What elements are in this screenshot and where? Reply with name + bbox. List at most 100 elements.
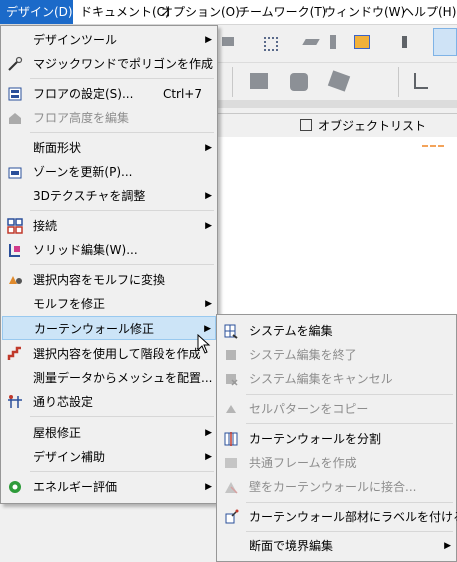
menu-separator — [246, 502, 453, 503]
menu-item-connect[interactable]: 接続 ▶ — [2, 214, 216, 238]
edit-system-icon — [223, 323, 239, 339]
menu-item-label: 共通フレームを作成 — [249, 456, 357, 470]
menu-window[interactable]: ウィンドウ(W) — [318, 0, 405, 24]
toolbar-secondary — [216, 62, 457, 101]
submenu-arrow-icon: ▶ — [205, 35, 212, 45]
split-wall-icon — [223, 431, 239, 447]
menu-item-label: カーテンウォール修正 — [34, 322, 155, 336]
menu-item-label: 断面形状 — [33, 141, 82, 155]
join-wall-icon — [223, 479, 239, 495]
menu-item-solid-edit[interactable]: ソリッド編集(W)... — [2, 238, 216, 262]
menu-separator — [30, 416, 214, 417]
menu-teamwork[interactable]: チームワーク(T) — [232, 0, 326, 24]
menu-separator — [246, 394, 453, 395]
toolbar-dimension-icon[interactable] — [414, 73, 428, 89]
submenu-arrow-icon: ▶ — [205, 191, 212, 201]
menu-item-label: 接続 — [33, 219, 58, 233]
toolbar-shape-icon[interactable] — [250, 73, 268, 89]
menu-item-shortcut: Ctrl+7 — [162, 87, 202, 101]
menu-item-create-stair[interactable]: 選択内容を使用して階段を作成 — [2, 342, 216, 366]
common-frame-icon — [223, 455, 239, 471]
floor-settings-icon — [7, 86, 23, 102]
toolbar-figure-icon[interactable] — [402, 36, 407, 48]
menu-item-copy-pattern[interactable]: セルパターンをコピー — [218, 397, 455, 421]
menu-item-cancel-edit[interactable]: システム編集をキャンセル — [218, 367, 455, 391]
menu-item-floor-settings[interactable]: フロアの設定(S)... Ctrl+7 — [2, 82, 216, 106]
toolbar-wall-icon[interactable] — [330, 35, 336, 49]
curtain-wall-submenu: システムを編集 システム編集を終了 システム編集をキャンセル セルパターンをコピ… — [216, 314, 457, 562]
menu-item-design-aid[interactable]: デザイン補助 ▶ — [2, 445, 216, 469]
menu-separator — [30, 210, 214, 211]
menu-separator — [246, 531, 453, 532]
menu-item-label: 測量データからメッシュを配置... — [33, 371, 213, 385]
submenu-arrow-icon: ▶ — [205, 143, 212, 153]
menu-item-magic-wand[interactable]: マジックワンドでポリゴンを作成 — [2, 52, 216, 76]
submenu-arrow-icon: ▶ — [444, 541, 451, 551]
menu-item-label: 選択内容を使用して階段を作成 — [33, 347, 201, 361]
menu-item-modify-morph[interactable]: モルフを修正 ▶ — [2, 292, 216, 316]
menu-item-end-edit[interactable]: システム編集を終了 — [218, 343, 455, 367]
connect-icon — [7, 218, 23, 234]
menu-item-split-wall[interactable]: カーテンウォールを分割 — [218, 427, 455, 451]
menu-item-label: セルパターンをコピー — [249, 402, 369, 416]
grid-settings-icon — [7, 394, 23, 410]
toolbar-morph-icon[interactable] — [327, 70, 351, 92]
menu-item-label: フロアの設定(S)... — [33, 87, 134, 101]
menu-item-section-boundary[interactable]: 断面で境界編集 ▶ — [218, 534, 455, 558]
menu-item-energy[interactable]: エネルギー評価 ▶ — [2, 475, 216, 499]
cancel-edit-icon — [223, 371, 239, 387]
submenu-arrow-icon: ▶ — [205, 482, 212, 492]
stair-icon — [7, 346, 23, 362]
menu-separator — [30, 471, 214, 472]
toolbar-slab-icon[interactable] — [302, 39, 320, 45]
toolbar-divider — [232, 67, 233, 97]
object-list-bar: オブジェクトリスト — [216, 113, 457, 139]
menu-item-label: フロア高度を編集 — [33, 111, 130, 125]
menu-item-label: システム編集をキャンセル — [249, 372, 393, 386]
toolbar-grid-icon[interactable] — [264, 37, 278, 51]
menu-item-label: 壁をカーテンウォールに接合... — [249, 480, 417, 494]
menu-item-label: ゾーンを更新(P)... — [33, 165, 133, 179]
menu-item-label: カーテンウォール部材にラベルを付ける — [249, 510, 457, 524]
menu-item-label: デザイン補助 — [33, 450, 106, 464]
copy-pattern-icon — [223, 401, 239, 417]
object-list-icon — [300, 119, 312, 131]
object-list-tab[interactable]: オブジェクトリスト — [318, 117, 426, 135]
menu-item-common-frame[interactable]: 共通フレームを作成 — [218, 451, 455, 475]
menu-item-convert-morph[interactable]: 選択内容をモルフに変換 — [2, 268, 216, 292]
toolbar-tool-icon[interactable] — [222, 37, 234, 46]
menu-item-label: 屋根修正 — [33, 426, 82, 440]
label-member-icon — [223, 509, 239, 525]
menu-item-grid-settings[interactable]: 通り芯設定 — [2, 390, 216, 414]
menu-item-label: エネルギー評価 — [33, 480, 118, 494]
menu-item-label: カーテンウォールを分割 — [249, 432, 382, 446]
menu-item-label: システム編集を終了 — [249, 348, 357, 362]
submenu-arrow-icon: ▶ — [205, 452, 212, 462]
menu-item-update-zone[interactable]: ゾーンを更新(P)... — [2, 160, 216, 184]
menu-item-modify-roof[interactable]: 屋根修正 ▶ — [2, 421, 216, 445]
menu-item-label: 選択内容をモルフに変換 — [33, 273, 166, 287]
menu-item-label: 通り芯設定 — [33, 395, 94, 409]
menu-item-edit-system[interactable]: システムを編集 — [218, 319, 455, 343]
menu-item-label-members[interactable]: カーテンウォール部材にラベルを付ける — [218, 505, 457, 529]
toolbar-layer-icon[interactable] — [354, 35, 370, 49]
menu-item-floor-height[interactable]: フロア高度を編集 — [2, 106, 216, 130]
menu-item-label: システムを編集 — [249, 324, 333, 338]
menu-separator — [30, 264, 214, 265]
toolbar-object-icon[interactable] — [290, 73, 308, 91]
toolbar-active-tool-icon[interactable] — [433, 28, 457, 56]
menu-help[interactable]: ヘルプ(H) — [396, 0, 456, 24]
menu-item-design-tools[interactable]: デザインツール ▶ — [2, 28, 216, 52]
menu-item-curtain-wall[interactable]: カーテンウォール修正 ▶ — [2, 316, 216, 340]
menu-item-survey-mesh[interactable]: 測量データからメッシュを配置... — [2, 366, 216, 390]
menu-design[interactable]: デザイン(D) — [0, 0, 73, 24]
menu-item-3d-texture[interactable]: 3Dテクスチャを調整 ▶ — [2, 184, 216, 208]
toolbar-divider — [398, 67, 399, 97]
menu-options[interactable]: オプション(O) — [155, 0, 240, 24]
zone-update-icon — [7, 164, 23, 180]
menu-item-label: マジックワンドでポリゴンを作成 — [33, 57, 214, 71]
menu-item-section-profile[interactable]: 断面形状 ▶ — [2, 136, 216, 160]
magic-wand-icon — [7, 56, 23, 72]
menu-item-join-wall[interactable]: 壁をカーテンウォールに接合... — [218, 475, 455, 499]
design-menu: デザインツール ▶ マジックワンドでポリゴンを作成 フロアの設定(S)... C… — [0, 25, 218, 504]
